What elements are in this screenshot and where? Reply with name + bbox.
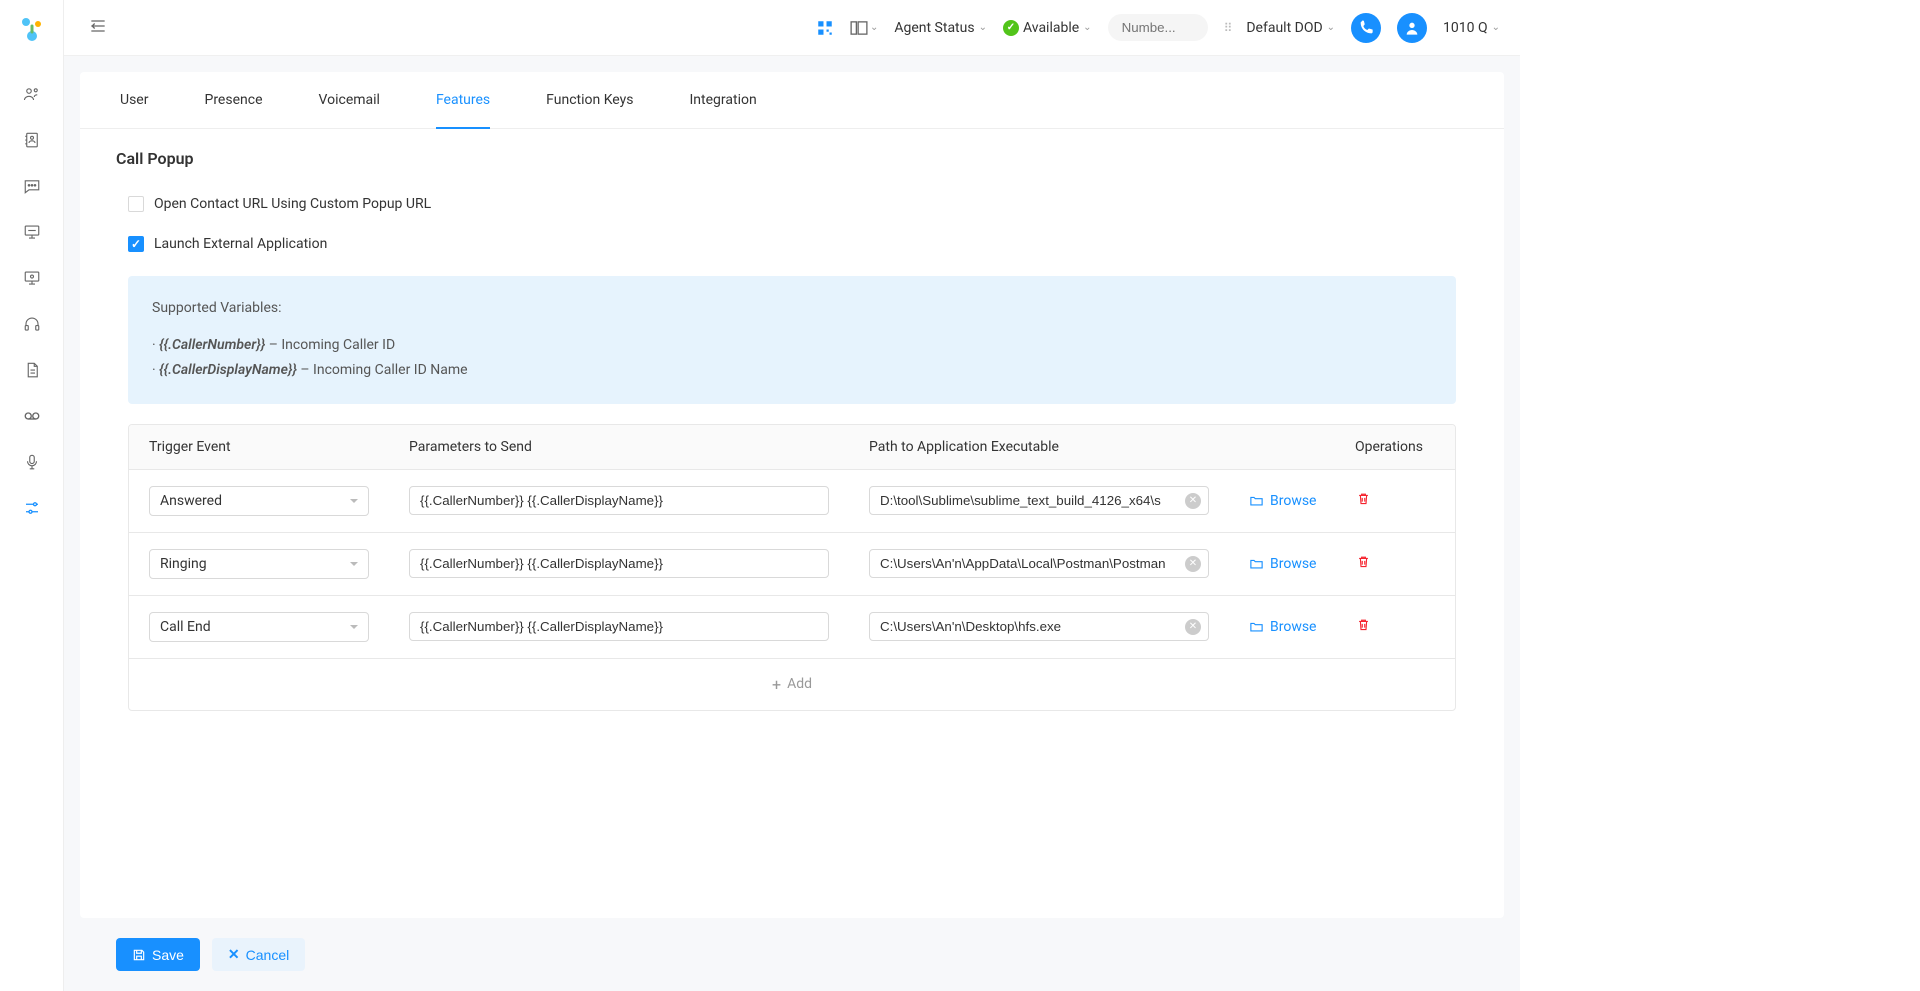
add-label: Add <box>787 676 812 692</box>
tab-function-keys[interactable]: Function Keys <box>546 72 633 128</box>
checkbox-open-url-label: Open Contact URL Using Custom Popup URL <box>154 196 431 212</box>
save-button[interactable]: Save <box>116 938 200 971</box>
path-input-1[interactable] <box>869 549 1209 578</box>
tabs: User Presence Voicemail Features Functio… <box>80 72 1504 129</box>
var2: {{.CallerDisplayName}} <box>159 362 297 378</box>
table-row: Ringing ✕ Browse <box>129 533 1455 596</box>
contacts-icon[interactable] <box>12 74 52 114</box>
address-book-icon[interactable] <box>12 120 52 160</box>
rule-table: Trigger Event Parameters to Send Path to… <box>128 424 1456 711</box>
checkbox-launch-app-label: Launch External Application <box>154 236 327 252</box>
availability-label: Available <box>1023 20 1079 36</box>
tab-integration[interactable]: Integration <box>690 72 757 128</box>
main: ⌄ Agent Status ⌄ Available ⌄ ⠿ Default D… <box>64 0 1520 991</box>
qr-icon[interactable] <box>816 19 834 37</box>
path-input-2[interactable] <box>869 612 1209 641</box>
table-head: Trigger Event Parameters to Send Path to… <box>129 425 1455 470</box>
save-label: Save <box>152 947 184 963</box>
info-box: Supported Variables: · {{.CallerNumber}}… <box>128 276 1456 404</box>
cancel-button[interactable]: ✕ Cancel <box>212 938 305 971</box>
table-row: Call End ✕ Browse <box>129 596 1455 659</box>
browse-label: Browse <box>1270 493 1316 509</box>
path-input-0[interactable] <box>869 486 1209 515</box>
trigger-select-0[interactable]: Answered <box>149 486 369 516</box>
delete-row-2[interactable] <box>1356 617 1376 636</box>
app-logo[interactable] <box>14 12 50 48</box>
info-heading: Supported Variables: <box>152 296 1432 321</box>
params-input-2[interactable] <box>409 612 829 641</box>
agent-status-label: Agent Status <box>894 20 974 36</box>
settings-toggle-icon[interactable] <box>12 488 52 528</box>
mic-icon[interactable] <box>12 442 52 482</box>
var2-desc: – Incoming Caller ID Name <box>297 362 468 378</box>
tab-presence[interactable]: Presence <box>204 72 262 128</box>
default-dod-dropdown[interactable]: Default DOD ⌄ <box>1246 20 1335 36</box>
content: User Presence Voicemail Features Functio… <box>64 56 1520 991</box>
col-ops-header: Operations <box>1335 425 1455 469</box>
layout-select[interactable]: ⌄ <box>850 21 878 35</box>
user-avatar[interactable] <box>1397 13 1427 43</box>
agent-status-dropdown[interactable]: Agent Status ⌄ <box>894 20 987 36</box>
delete-row-0[interactable] <box>1356 491 1376 510</box>
default-dod-label: Default DOD <box>1246 20 1322 36</box>
headset-icon[interactable] <box>12 304 52 344</box>
clear-path-2[interactable]: ✕ <box>1185 619 1201 635</box>
table-row: Answered ✕ Browse <box>129 470 1455 533</box>
col-trigger-header: Trigger Event <box>129 425 389 469</box>
sidebar-toggle-icon[interactable] <box>84 12 112 44</box>
monitor1-icon[interactable] <box>12 212 52 252</box>
delete-row-1[interactable] <box>1356 554 1376 573</box>
chat-icon[interactable] <box>12 166 52 206</box>
clear-path-0[interactable]: ✕ <box>1185 493 1201 509</box>
col-path-header: Path to Application Executable <box>849 425 1335 469</box>
tab-voicemail[interactable]: Voicemail <box>319 72 380 128</box>
browse-button-2[interactable]: Browse <box>1249 619 1316 635</box>
number-search-input[interactable] <box>1108 14 1208 41</box>
browse-label: Browse <box>1270 556 1316 572</box>
params-input-0[interactable] <box>409 486 829 515</box>
tab-user[interactable]: User <box>120 72 148 128</box>
settings-panel: User Presence Voicemail Features Functio… <box>80 72 1504 918</box>
document-icon[interactable] <box>12 350 52 390</box>
dial-button[interactable] <box>1351 13 1381 43</box>
checkbox-launch-app[interactable] <box>128 236 144 252</box>
status-dot-icon <box>1003 20 1019 36</box>
trigger-select-1[interactable]: Ringing <box>149 549 369 579</box>
user-code-dropdown[interactable]: 1010 Q ⌄ <box>1443 20 1500 36</box>
trigger-select-2[interactable]: Call End <box>149 612 369 642</box>
sidebar <box>0 0 64 991</box>
dialpad-icon[interactable]: ⠿ <box>1224 21 1231 35</box>
availability-dropdown[interactable]: Available ⌄ <box>1003 20 1092 36</box>
var1: {{.CallerNumber}} <box>159 337 265 353</box>
browse-button-0[interactable]: Browse <box>1249 493 1316 509</box>
browse-button-1[interactable]: Browse <box>1249 556 1316 572</box>
add-row-button[interactable]: + Add <box>129 659 1455 710</box>
features-page: Call Popup Open Contact URL Using Custom… <box>80 129 1504 918</box>
clear-path-1[interactable]: ✕ <box>1185 556 1201 572</box>
checkbox-open-url[interactable] <box>128 196 144 212</box>
var1-desc: – Incoming Caller ID <box>265 337 395 353</box>
cancel-label: Cancel <box>246 947 290 963</box>
col-params-header: Parameters to Send <box>389 425 849 469</box>
header: ⌄ Agent Status ⌄ Available ⌄ ⠿ Default D… <box>64 0 1520 56</box>
monitor2-icon[interactable] <box>12 258 52 298</box>
page-title: Call Popup <box>116 149 1456 168</box>
user-code-label: 1010 Q <box>1443 20 1488 36</box>
footer: Save ✕ Cancel <box>80 918 1504 991</box>
browse-label: Browse <box>1270 619 1316 635</box>
params-input-1[interactable] <box>409 549 829 578</box>
tab-features[interactable]: Features <box>436 72 490 128</box>
voicemail-icon[interactable] <box>12 396 52 436</box>
